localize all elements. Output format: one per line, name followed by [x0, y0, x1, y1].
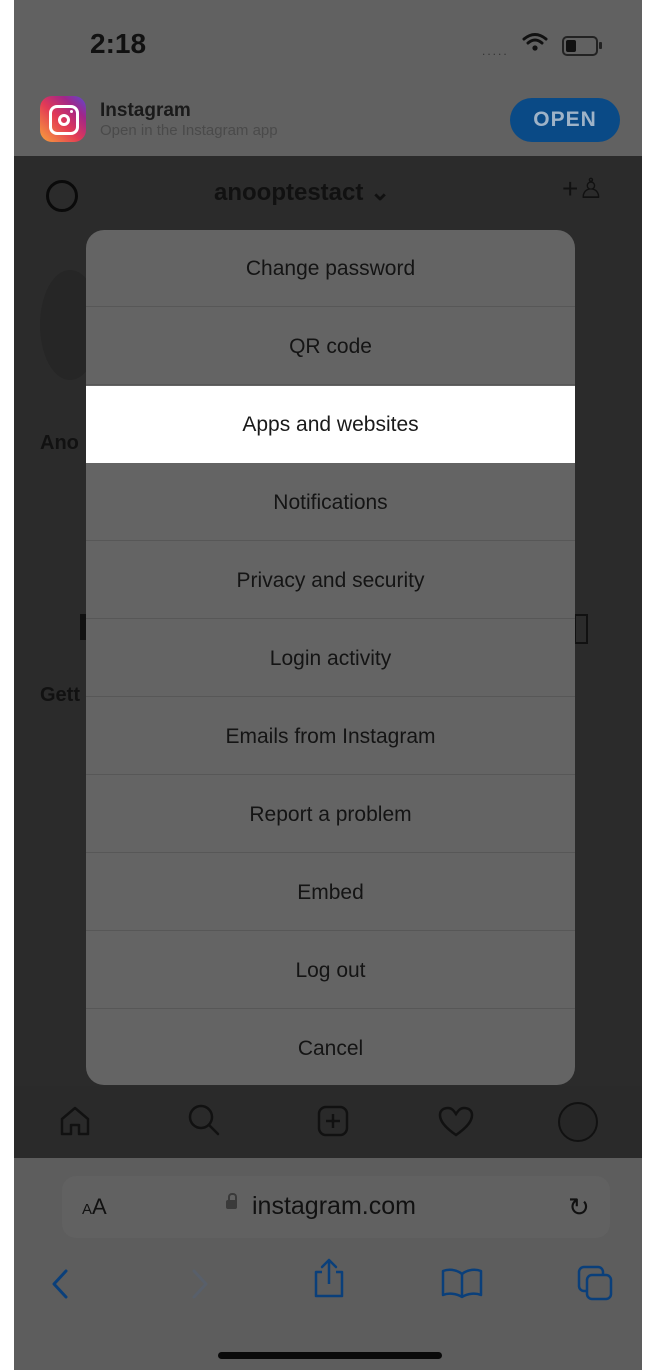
app-banner: Instagram Open in the Instagram app OPEN	[14, 86, 642, 156]
wifi-icon	[522, 33, 548, 51]
bookmarks-icon[interactable]	[440, 1266, 484, 1300]
text-size-button[interactable]: AA	[82, 1194, 107, 1220]
menu-item-login-activity[interactable]: Login activity	[86, 620, 575, 697]
menu-item-qr-code[interactable]: QR code	[86, 308, 575, 385]
menu-item-log-out[interactable]: Log out	[86, 932, 575, 1009]
open-app-button[interactable]: OPEN	[510, 98, 620, 142]
address-bar[interactable]: AA instagram.com ↻	[62, 1176, 610, 1238]
profile-avatar-icon[interactable]	[556, 1100, 600, 1144]
menu-item-notifications[interactable]: Notifications	[86, 464, 575, 541]
safari-nav-row	[14, 1252, 642, 1312]
new-post-icon[interactable]	[316, 1104, 350, 1138]
menu-item-cancel[interactable]: Cancel	[86, 1010, 575, 1085]
instagram-tab-bar	[14, 1086, 642, 1158]
add-user-icon: +♙	[562, 173, 604, 204]
safari-toolbar: AA instagram.com ↻	[14, 1158, 642, 1370]
profile-name-fragment: Ano	[40, 432, 79, 454]
cellular-signal-icon: .....	[482, 44, 509, 58]
profile-username: anooptestact ⌄	[214, 179, 391, 206]
search-icon[interactable]	[186, 1102, 222, 1138]
menu-item-apps-and-websites[interactable]: Apps and websites	[86, 386, 575, 463]
menu-item-emails-from-instagram[interactable]: Emails from Instagram	[86, 698, 575, 775]
status-time: 2:18	[90, 28, 147, 59]
home-indicator[interactable]	[218, 1352, 442, 1359]
home-icon[interactable]	[58, 1104, 92, 1138]
instagram-logo-icon	[40, 96, 86, 142]
lock-icon	[226, 1193, 237, 1209]
back-icon[interactable]	[50, 1268, 70, 1300]
getting-started-fragment: Gett	[40, 684, 80, 706]
banner-subtitle: Open in the Instagram app	[100, 122, 278, 139]
menu-item-change-password[interactable]: Change password	[86, 230, 575, 307]
menu-item-report-a-problem[interactable]: Report a problem	[86, 776, 575, 853]
phone-screen: 2:18 ..... Instagram Open in the Instagr…	[14, 0, 642, 1370]
menu-item-embed[interactable]: Embed	[86, 854, 575, 931]
background-right-glyph	[574, 614, 588, 644]
settings-gear-icon	[46, 180, 78, 212]
url-text[interactable]: instagram.com	[252, 1192, 416, 1221]
banner-title: Instagram	[100, 100, 191, 121]
share-icon[interactable]	[312, 1256, 346, 1300]
settings-action-sheet: Change password QR code Apps and website…	[86, 230, 575, 1085]
reload-icon[interactable]: ↻	[568, 1192, 590, 1223]
menu-item-privacy-and-security[interactable]: Privacy and security	[86, 542, 575, 619]
tabs-icon[interactable]	[576, 1264, 614, 1302]
status-bar: 2:18 .....	[14, 0, 642, 86]
activity-heart-icon[interactable]	[438, 1106, 474, 1138]
battery-icon	[562, 36, 602, 56]
forward-icon[interactable]	[190, 1268, 210, 1300]
